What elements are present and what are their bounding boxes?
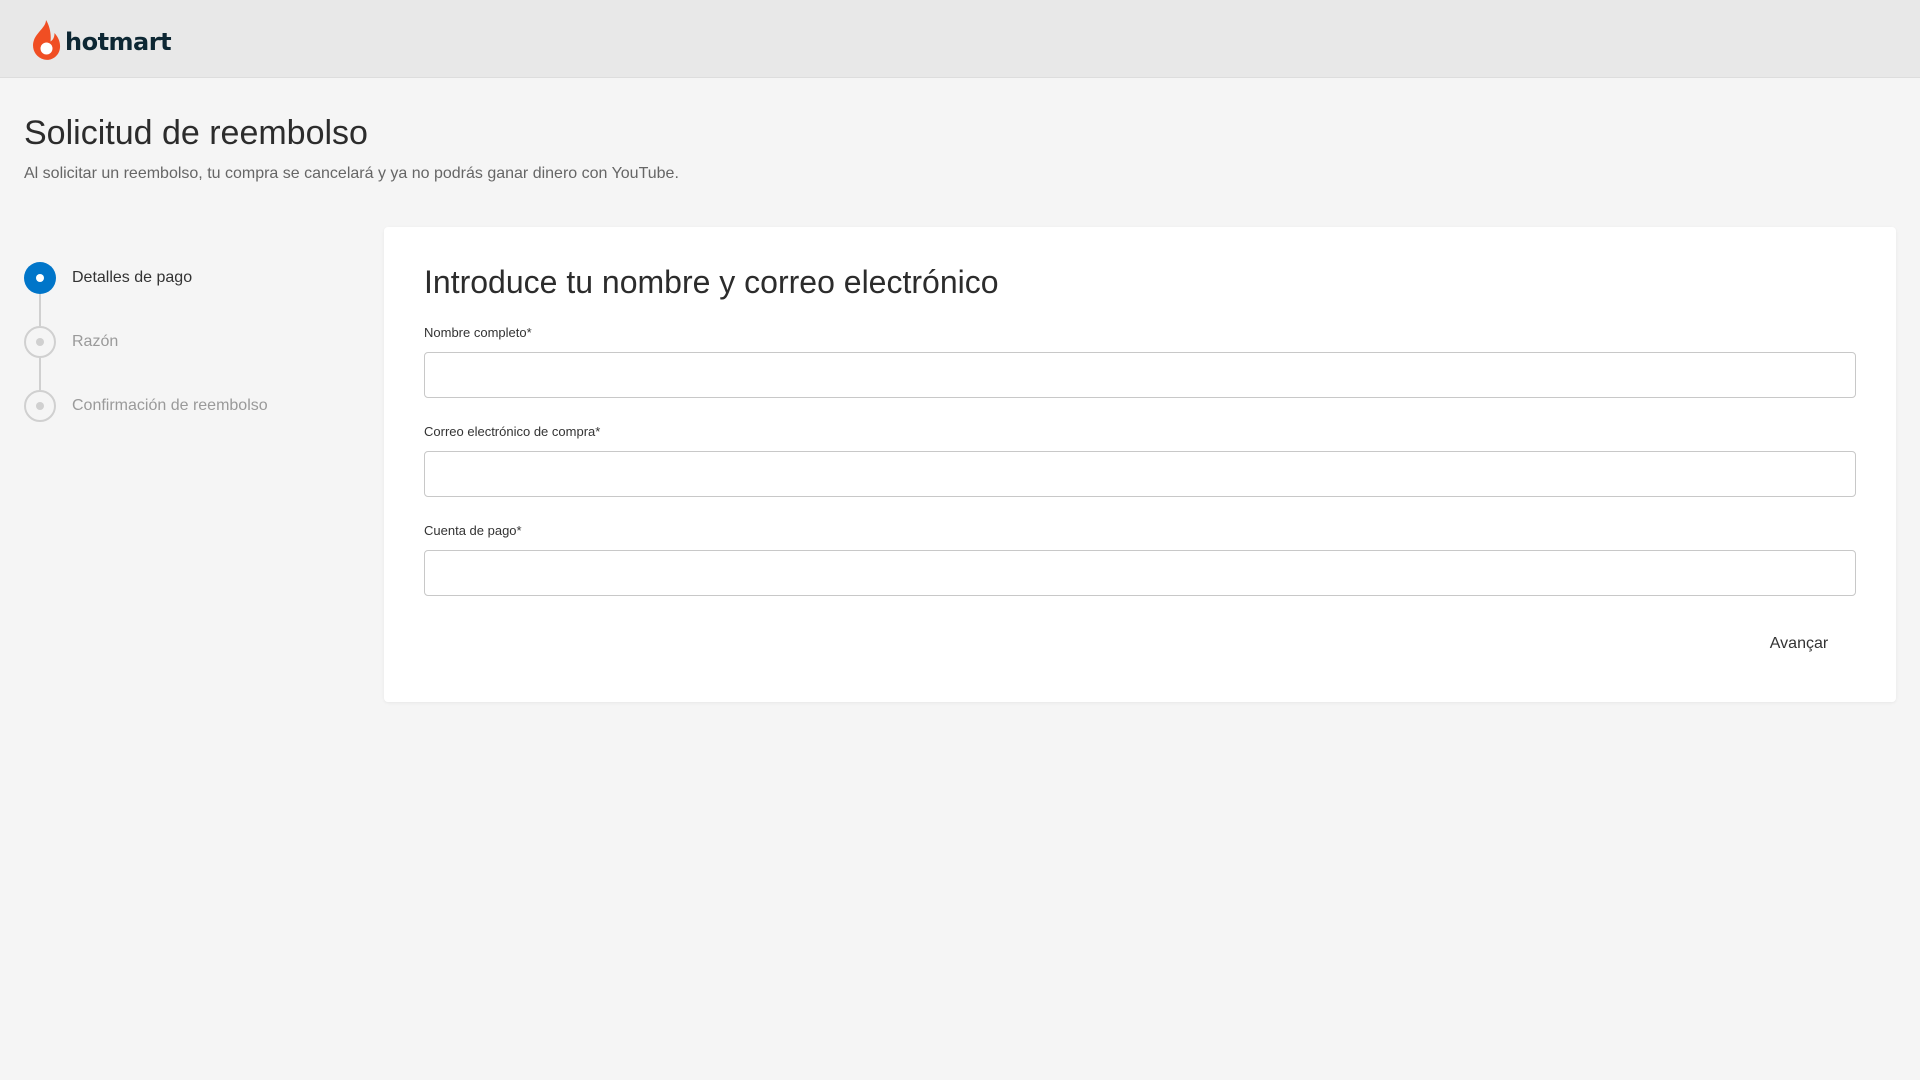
advance-button[interactable]: Avançar — [1744, 624, 1854, 664]
step-label: Razón — [72, 333, 119, 350]
hotmart-logo[interactable]: hotmart — [31, 18, 172, 62]
payment-account-label: Cuenta de pago* — [424, 523, 522, 538]
flame-logo-icon — [33, 20, 61, 60]
step-label: Detalles de pago — [72, 269, 193, 286]
step-connector — [39, 294, 41, 326]
step-label: Confirmación de reembolso — [72, 397, 268, 414]
step-indicator-active — [24, 262, 56, 294]
step-indicator — [24, 390, 56, 422]
full-name-label: Nombre completo* — [424, 325, 532, 340]
step-indicator — [24, 326, 56, 358]
step-reason: Razón — [24, 326, 118, 358]
page-title: Solicitud de reembolso — [24, 114, 368, 152]
purchase-email-label: Correo electrónico de compra* — [424, 424, 601, 439]
form-title: Introduce tu nombre y correo electrónico — [424, 264, 999, 300]
step-connector — [39, 358, 41, 390]
page-subtitle: Al solicitar un reembolso, tu compra se … — [24, 165, 679, 182]
form-card: Introduce tu nombre y correo electrónico… — [384, 227, 1896, 702]
step-payment-details: Detalles de pago — [24, 262, 192, 294]
purchase-email-input[interactable] — [424, 451, 1856, 497]
top-bar: hotmart — [0, 0, 1920, 78]
step-refund-confirmation: Confirmación de reembolso — [24, 390, 268, 422]
full-name-input[interactable] — [424, 352, 1856, 398]
payment-account-input[interactable] — [424, 550, 1856, 596]
brand-name: hotmart — [65, 28, 172, 56]
